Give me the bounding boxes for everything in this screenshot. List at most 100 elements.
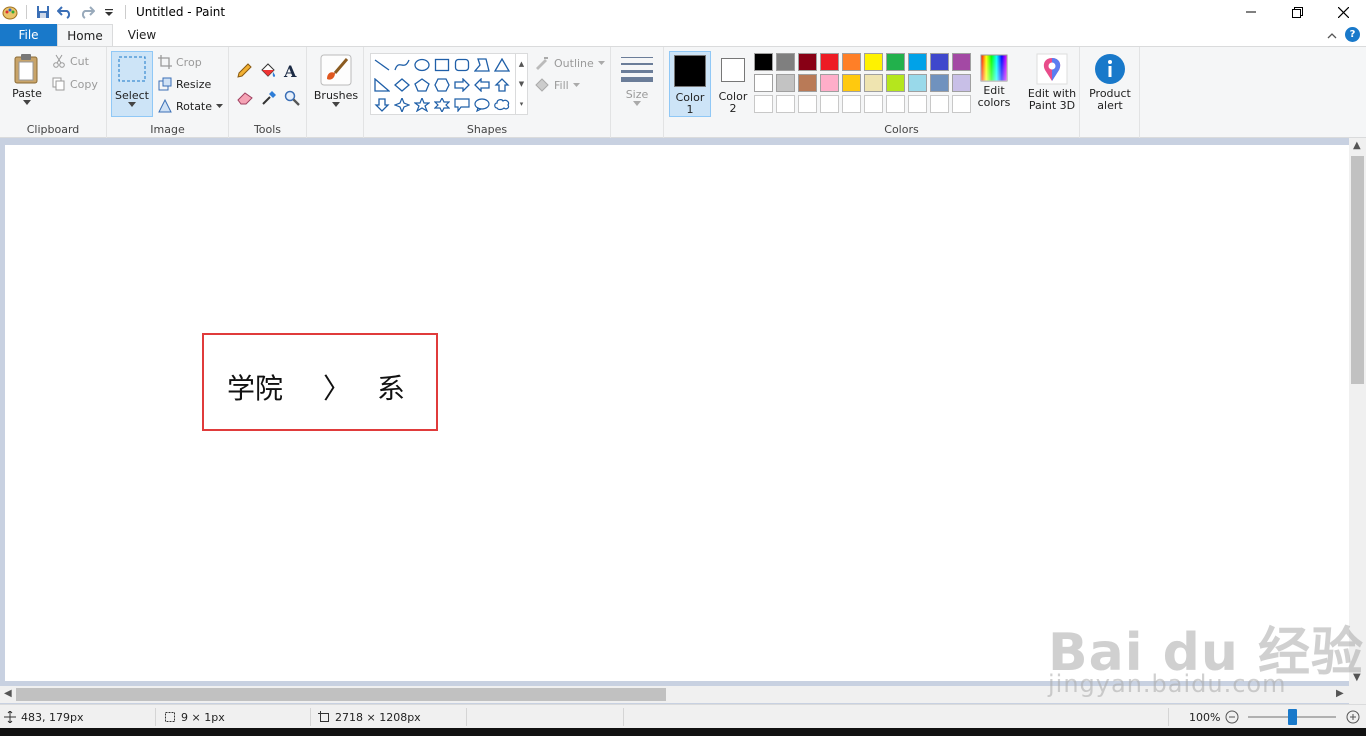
color-swatch[interactable] <box>842 74 861 92</box>
color-swatch[interactable] <box>908 95 927 113</box>
minimize-button[interactable] <box>1228 0 1274 24</box>
expand-gallery-icon[interactable]: ▾ <box>520 100 524 108</box>
vertical-scrollbar[interactable]: ▲ ▼ <box>1349 138 1366 688</box>
color-swatch[interactable] <box>908 53 927 71</box>
rounded-rectangle-shape-icon[interactable] <box>452 55 472 75</box>
help-icon[interactable]: ? <box>1345 27 1360 42</box>
collapse-ribbon-icon[interactable] <box>1327 28 1337 42</box>
color-swatch[interactable] <box>776 95 795 113</box>
edit-with-paint3d-button[interactable]: Edit with Paint 3D <box>1025 53 1079 112</box>
scroll-up-icon[interactable]: ▲ <box>1353 140 1361 151</box>
zoom-in-button[interactable] <box>1346 705 1360 729</box>
oval-callout-shape-icon[interactable] <box>472 95 492 115</box>
crop-button[interactable]: Crop <box>158 55 202 69</box>
color-swatch[interactable] <box>776 53 795 71</box>
pentagon-shape-icon[interactable] <box>412 75 432 95</box>
color-picker-icon[interactable] <box>261 90 277 109</box>
cut-button[interactable]: Cut <box>52 54 89 68</box>
color-swatch[interactable] <box>952 95 971 113</box>
color-swatch[interactable] <box>842 95 861 113</box>
triangle-shape-icon[interactable] <box>492 55 512 75</box>
color-swatch[interactable] <box>908 74 927 92</box>
right-triangle-shape-icon[interactable] <box>372 75 392 95</box>
close-button[interactable] <box>1320 0 1366 24</box>
color-swatch[interactable] <box>754 74 773 92</box>
up-arrow-shape-icon[interactable] <box>492 75 512 95</box>
color-swatch[interactable] <box>754 53 773 71</box>
hexagon-shape-icon[interactable] <box>432 75 452 95</box>
scroll-left-icon[interactable]: ◀ <box>4 688 12 699</box>
resize-button[interactable]: Resize <box>158 77 211 91</box>
tab-view[interactable]: View <box>115 24 169 46</box>
magnifier-icon[interactable] <box>284 90 300 109</box>
diamond-shape-icon[interactable] <box>392 75 412 95</box>
save-icon[interactable] <box>35 4 51 20</box>
color-swatch[interactable] <box>930 74 949 92</box>
color-swatch[interactable] <box>952 53 971 71</box>
color-swatch[interactable] <box>930 95 949 113</box>
edit-colors-button[interactable]: Edit colors <box>976 53 1012 109</box>
maximize-button[interactable] <box>1274 0 1320 24</box>
shapes-scrollbar[interactable]: ▲ ▼ ▾ <box>516 53 528 115</box>
line-shape-icon[interactable] <box>372 55 392 75</box>
fill-bucket-icon[interactable] <box>259 62 277 83</box>
tab-file[interactable]: File <box>0 24 57 46</box>
color-swatch[interactable] <box>798 95 817 113</box>
zoom-slider-thumb[interactable] <box>1287 709 1297 725</box>
color-swatch[interactable] <box>864 74 883 92</box>
color-swatch[interactable] <box>820 95 839 113</box>
color-swatch[interactable] <box>930 53 949 71</box>
color-swatch[interactable] <box>754 95 773 113</box>
curve-shape-icon[interactable] <box>392 55 412 75</box>
color1-button[interactable]: Color 1 <box>669 51 711 117</box>
chevron-up-icon[interactable]: ▲ <box>519 60 524 68</box>
color-swatch[interactable] <box>842 53 861 71</box>
vertical-scroll-thumb[interactable] <box>1351 156 1364 384</box>
cloud-callout-shape-icon[interactable] <box>492 95 512 115</box>
size-button[interactable]: Size <box>618 55 656 106</box>
copy-button[interactable]: Copy <box>52 77 98 91</box>
brushes-button[interactable]: Brushes <box>313 53 359 107</box>
color-swatch[interactable] <box>820 74 839 92</box>
color-swatch[interactable] <box>864 95 883 113</box>
left-arrow-shape-icon[interactable] <box>472 75 492 95</box>
color-swatch[interactable] <box>886 95 905 113</box>
down-arrow-shape-icon[interactable] <box>372 95 392 115</box>
pencil-icon[interactable] <box>236 63 252 82</box>
paint-app-icon[interactable] <box>2 4 18 20</box>
text-tool-icon[interactable]: A <box>284 62 296 81</box>
paste-button[interactable]: Paste <box>8 53 46 105</box>
redo-icon[interactable] <box>79 4 95 20</box>
customize-qat-icon[interactable] <box>101 4 117 20</box>
fill-button[interactable]: Fill <box>534 78 580 92</box>
drawing-canvas[interactable]: 学院 〉 系 <box>5 145 1349 681</box>
rectangle-callout-shape-icon[interactable] <box>452 95 472 115</box>
tab-home[interactable]: Home <box>57 24 113 46</box>
chevron-down-icon[interactable]: ▼ <box>519 80 524 88</box>
undo-icon[interactable] <box>57 4 73 20</box>
select-button[interactable]: Select <box>111 51 153 117</box>
product-alert-button[interactable]: Product alert <box>1084 53 1136 112</box>
zoom-out-button[interactable] <box>1225 705 1239 729</box>
color-swatch[interactable] <box>798 53 817 71</box>
color-swatch[interactable] <box>864 53 883 71</box>
rectangle-shape-icon[interactable] <box>432 55 452 75</box>
polygon-shape-icon[interactable] <box>472 55 492 75</box>
color-swatch[interactable] <box>886 53 905 71</box>
color-swatch[interactable] <box>798 74 817 92</box>
color-swatch[interactable] <box>776 74 795 92</box>
four-point-star-shape-icon[interactable] <box>392 95 412 115</box>
scroll-right-icon[interactable]: ▶ <box>1336 688 1344 699</box>
outline-button[interactable]: Outline <box>534 56 605 70</box>
five-point-star-shape-icon[interactable] <box>412 95 432 115</box>
color-swatch[interactable] <box>952 74 971 92</box>
eraser-icon[interactable] <box>236 91 254 108</box>
horizontal-scroll-thumb[interactable] <box>16 688 666 701</box>
oval-shape-icon[interactable] <box>412 55 432 75</box>
color-swatch[interactable] <box>820 53 839 71</box>
rotate-button[interactable]: Rotate <box>158 99 224 113</box>
six-point-star-shape-icon[interactable] <box>432 95 452 115</box>
color2-button[interactable]: Color 2 <box>714 51 752 117</box>
zoom-slider[interactable] <box>1248 709 1336 725</box>
right-arrow-shape-icon[interactable] <box>452 75 472 95</box>
